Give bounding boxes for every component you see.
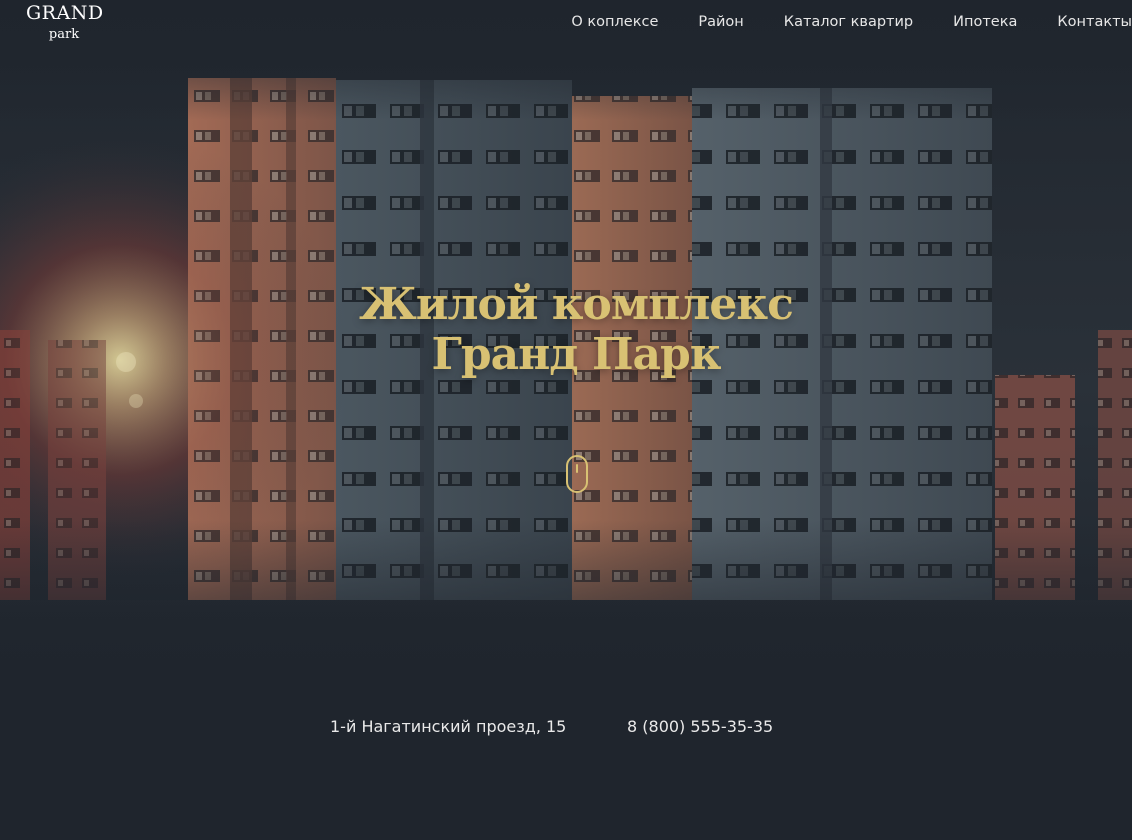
site-header: GRAND park О коплексе Район Каталог квар… [0,0,1132,50]
nav-item-catalog[interactable]: Каталог квартир [784,14,913,30]
mouse-wheel [576,464,578,473]
page: GRAND park О коплексе Район Каталог квар… [0,0,1132,840]
nav-item-district[interactable]: Район [698,14,743,30]
logo[interactable]: GRAND park [26,2,104,42]
hero-title-line-1: Жилой комплекс [359,279,794,330]
phone-link[interactable]: 8 (800) 555-35-35 [627,717,773,736]
nav-item-contacts[interactable]: Контакты [1057,14,1132,30]
logo-text-top: GRAND [26,2,104,24]
hero-title-line-2: Гранд Парк [431,329,721,380]
hero-title: Жилой комплекс Гранд Парк [0,280,1132,380]
nav-item-mortgage[interactable]: Ипотека [953,14,1017,30]
address-text: 1-й Нагатинский проезд, 15 [330,717,567,736]
contacts-bar: 1-й Нагатинский проезд, 15 8 (800) 555-3… [0,717,1132,741]
mouse-scroll-icon[interactable] [566,455,588,493]
logo-text-bottom: park [48,27,80,42]
main-nav: О коплексе Район Каталог квартир Ипотека… [571,14,1132,30]
nav-item-about[interactable]: О коплексе [571,14,658,30]
